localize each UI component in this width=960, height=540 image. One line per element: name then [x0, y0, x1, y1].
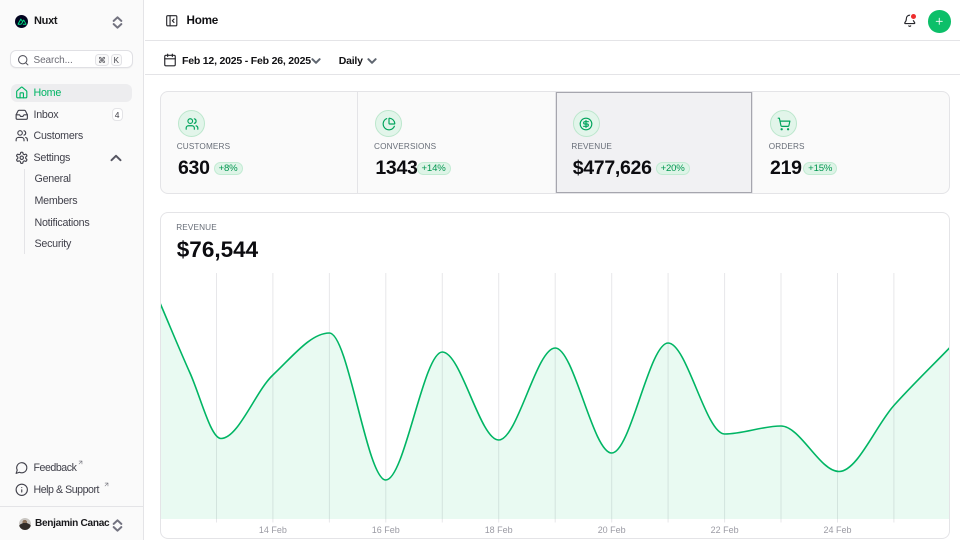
svg-text:22 Feb: 22 Feb — [711, 525, 739, 535]
svg-text:24 Feb: 24 Feb — [823, 525, 851, 535]
svg-text:20 Feb: 20 Feb — [598, 525, 626, 535]
svg-text:18 Feb: 18 Feb — [485, 525, 513, 535]
svg-text:16 Feb: 16 Feb — [372, 525, 400, 535]
svg-text:14 Feb: 14 Feb — [259, 525, 287, 535]
